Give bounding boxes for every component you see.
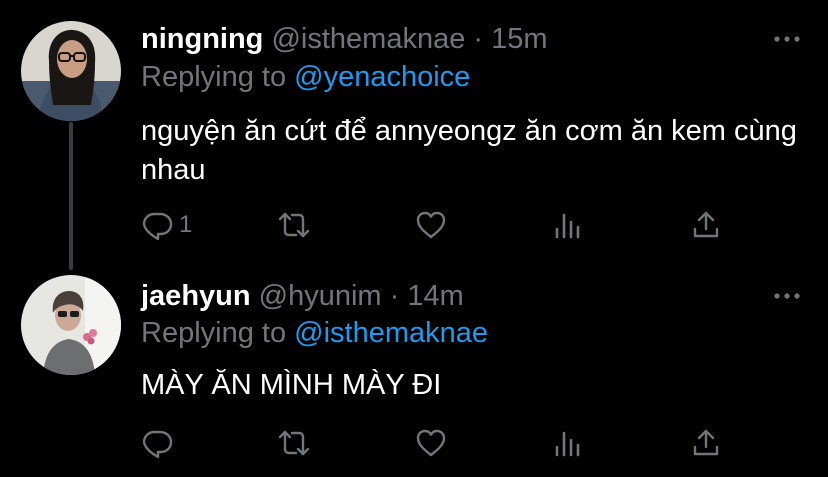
more-icon[interactable] xyxy=(772,286,802,306)
stats-icon xyxy=(553,209,583,241)
tweet-actions xyxy=(141,423,741,463)
retweet-icon xyxy=(277,427,311,459)
tweet-text: MÀY ĂN MÌNH MÀY ĐI xyxy=(141,369,442,401)
share-button[interactable] xyxy=(691,423,721,463)
reply-count: 1 xyxy=(179,211,193,238)
replying-to-mention[interactable]: @isthemaknae xyxy=(294,317,488,349)
retweet-button[interactable] xyxy=(277,423,311,463)
retweet-icon xyxy=(277,209,311,241)
tweet-jaehyun[interactable]: jaehyun @hyunim · 14m Replying to @isthe… xyxy=(0,258,828,477)
share-button[interactable] xyxy=(691,205,721,245)
like-button[interactable] xyxy=(415,205,447,245)
meta-separator: · xyxy=(473,23,484,55)
tweet-header: jaehyun @hyunim · 14m xyxy=(141,279,464,313)
replying-to-line: Replying to @yenachoice xyxy=(141,60,470,94)
stats-button[interactable] xyxy=(553,205,583,245)
replying-to-mention[interactable]: @yenachoice xyxy=(294,61,470,93)
more-icon[interactable] xyxy=(772,29,802,49)
replying-to-label: Replying to xyxy=(141,317,295,349)
timestamp[interactable]: 14m xyxy=(407,280,463,312)
retweet-button[interactable] xyxy=(277,205,311,245)
meta-separator: · xyxy=(389,280,400,312)
reply-icon xyxy=(141,427,173,459)
tweet-actions: 1 xyxy=(141,205,741,245)
like-icon xyxy=(415,427,447,459)
display-name[interactable]: jaehyun xyxy=(141,280,251,312)
timestamp[interactable]: 15m xyxy=(491,23,547,55)
share-icon xyxy=(691,209,721,241)
stats-icon xyxy=(553,427,583,459)
reply-button[interactable] xyxy=(141,423,179,463)
tweet-header: ningning @isthemaknae · 15m xyxy=(141,22,548,56)
replying-to-label: Replying to xyxy=(141,61,295,93)
tweet-ningning[interactable]: ningning @isthemaknae · 15m Replying to … xyxy=(0,0,828,258)
user-handle[interactable]: @isthemaknae xyxy=(271,23,465,55)
like-icon xyxy=(415,209,447,241)
display-name[interactable]: ningning xyxy=(141,23,263,55)
user-handle[interactable]: @hyunim xyxy=(259,280,382,312)
reply-icon xyxy=(141,209,173,241)
like-button[interactable] xyxy=(415,423,447,463)
stats-button[interactable] xyxy=(553,423,583,463)
avatar[interactable] xyxy=(21,21,121,121)
avatar[interactable] xyxy=(21,275,121,375)
replying-to-line: Replying to @isthemaknae xyxy=(141,316,488,350)
share-icon xyxy=(691,427,721,459)
reply-button[interactable]: 1 xyxy=(141,205,192,245)
tweet-text: nguyện ăn cứt để annyeongz ăn cơm ăn kem… xyxy=(141,115,797,186)
